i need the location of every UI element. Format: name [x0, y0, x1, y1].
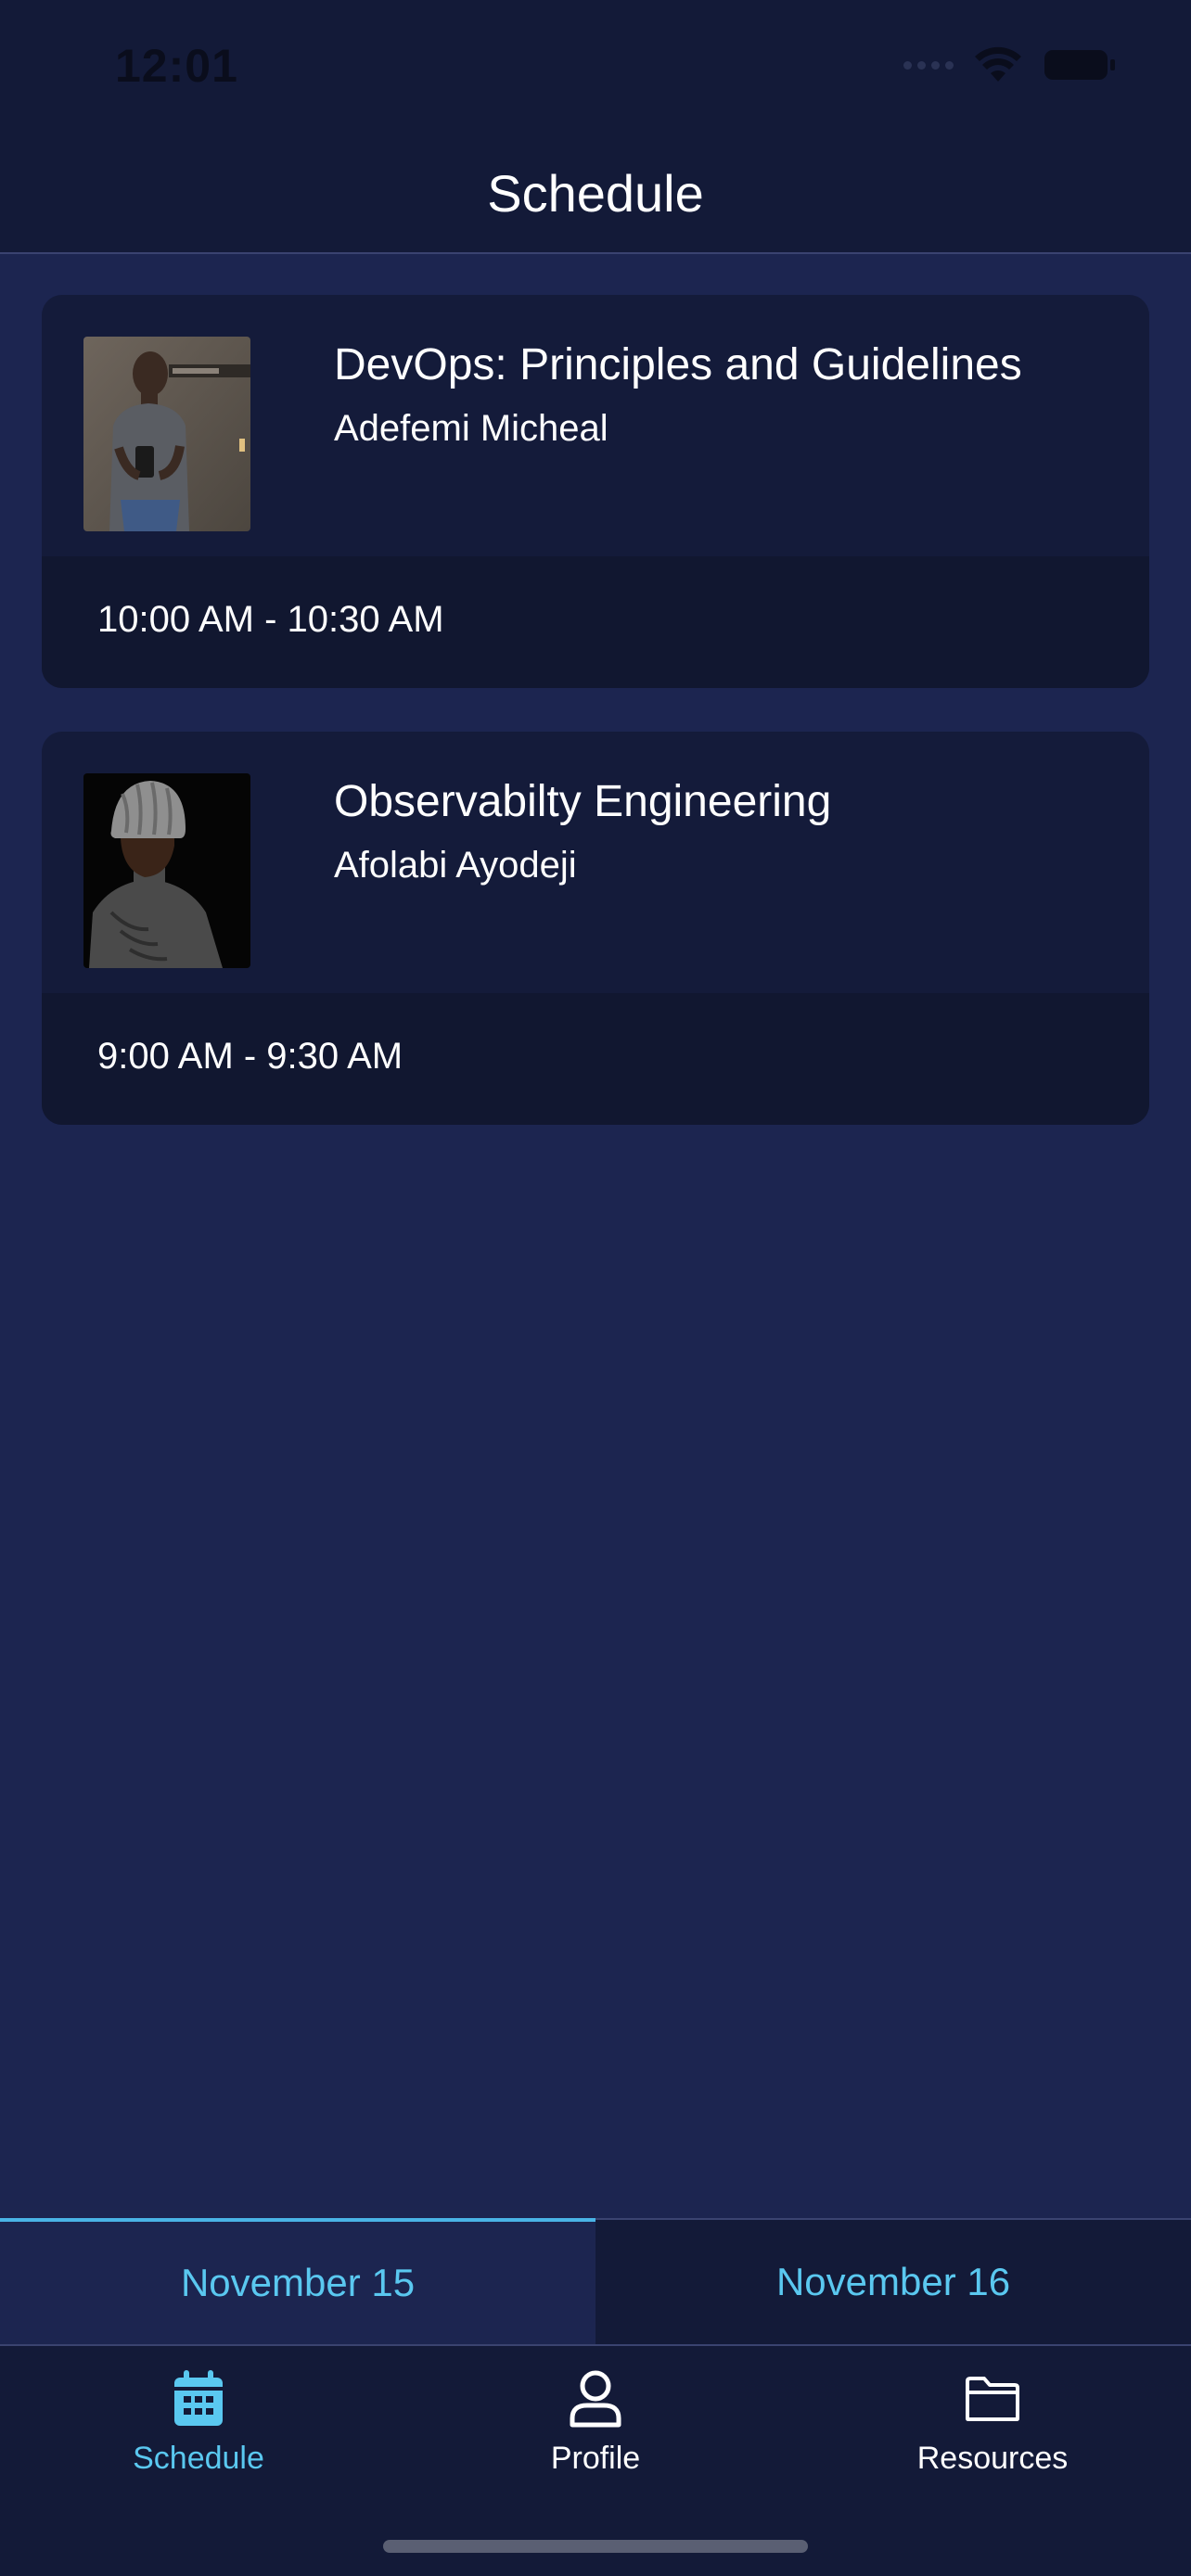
person-icon: [563, 2366, 628, 2431]
speaker-photo: [83, 337, 250, 531]
status-icons: [903, 46, 1117, 83]
navigation-header: Schedule: [0, 139, 1191, 254]
calendar-icon: [166, 2366, 231, 2431]
day-tab-november-15[interactable]: November 15: [0, 2218, 596, 2344]
session-card[interactable]: Observabilty Engineering Afolabi Ayodeji…: [42, 732, 1149, 1125]
tab-resources[interactable]: Resources: [794, 2363, 1191, 2502]
session-speaker: Afolabi Ayodeji: [334, 845, 577, 886]
session-card-header: DevOps: Principles and Guidelines Adefem…: [42, 295, 1149, 556]
session-time: 10:00 AM - 10:30 AM: [97, 599, 444, 640]
folder-icon: [960, 2366, 1025, 2431]
cellular-signal-icon: [903, 60, 954, 70]
session-speaker: Adefemi Micheal: [334, 408, 608, 449]
tab-profile[interactable]: Profile: [397, 2363, 794, 2502]
tab-schedule[interactable]: Schedule: [0, 2363, 397, 2502]
tab-label: Resources: [916, 2441, 1069, 2476]
session-card[interactable]: DevOps: Principles and Guidelines Adefem…: [42, 295, 1149, 688]
session-time-row: 10:00 AM - 10:30 AM: [42, 556, 1149, 688]
battery-icon: [1044, 50, 1115, 80]
session-time-row: 9:00 AM - 9:30 AM: [42, 993, 1149, 1125]
status-bar: 12:01: [0, 0, 1191, 139]
wifi-icon: [975, 46, 1021, 82]
session-time: 9:00 AM - 9:30 AM: [97, 1036, 403, 1077]
speaker-photo: [83, 773, 250, 968]
page-title: Schedule: [487, 164, 704, 223]
session-title: DevOps: Principles and Guidelines: [334, 340, 1022, 389]
day-tab-november-16[interactable]: November 16: [596, 2218, 1191, 2344]
day-selector: November 15 November 16: [0, 2218, 1191, 2344]
tab-label: Schedule: [133, 2441, 264, 2476]
home-indicator[interactable]: [383, 2540, 808, 2553]
session-card-header: Observabilty Engineering Afolabi Ayodeji: [42, 732, 1149, 993]
tab-label: Profile: [550, 2441, 641, 2476]
session-title: Observabilty Engineering: [334, 777, 832, 826]
status-time: 12:01: [115, 40, 238, 92]
